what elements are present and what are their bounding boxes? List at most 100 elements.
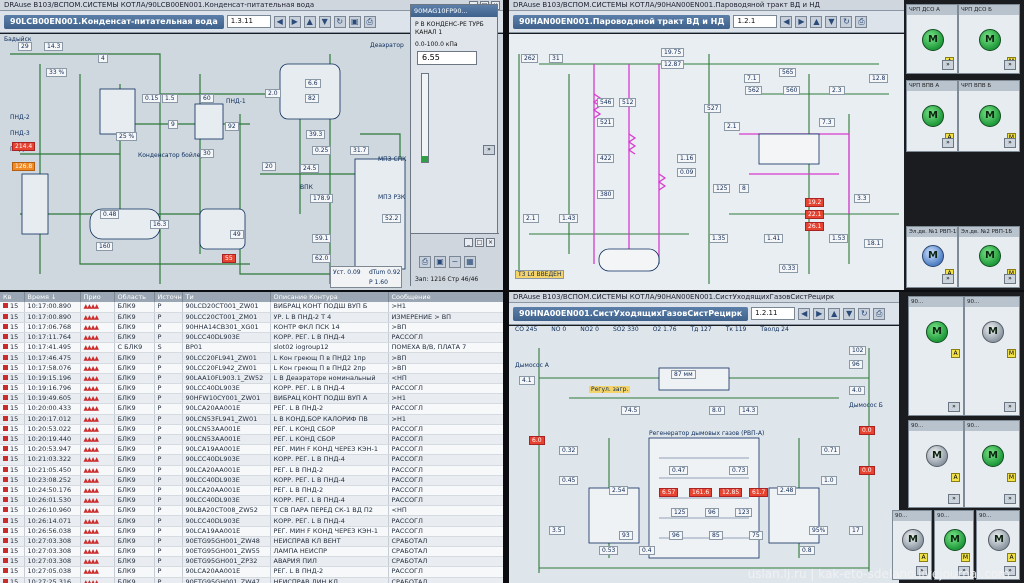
table-icon[interactable]: ▦ <box>464 256 476 268</box>
table-row[interactable]: 15 10:24:50.176 ▲▲▲▲ БЛК9 P 90LCA20AA001E РЕГ.… <box>0 485 503 497</box>
table-row[interactable]: 15 10:26:10.960 ▲▲▲▲ БЛК9 P 90LBA20CT008_ZW52… <box>0 505 503 517</box>
minimize-button[interactable]: _ <box>464 238 473 247</box>
table-row[interactable]: 15 10:17:58.076 ▲▲▲▲ БЛК9 P 90LCC20FL942_ZW01… <box>0 363 503 374</box>
table-row[interactable]: 15 10:21:05.450 ▲▲▲▲ БЛК9 P 90LCA20AA001E РЕГ.… <box>0 465 503 476</box>
table-row[interactable]: 15 10:27:03.308 ▲▲▲▲ БЛК9 P 90ETG95GH001_ZW48… <box>0 536 503 548</box>
table-row[interactable]: 15 10:21:03.322 ▲▲▲▲ БЛК9 P 90LCC40DL903E КОРР… <box>0 454 503 466</box>
table-row[interactable]: 15 10:19:16.796 ▲▲▲▲ БЛК9 P 90LCC40DL903E КОРР… <box>0 383 503 395</box>
motor-faceplate[interactable]: 90... M A » <box>908 296 964 416</box>
zoom-field[interactable]: 1.2.1 <box>733 15 778 28</box>
motor-faceplate[interactable]: 90... M M » <box>964 296 1020 416</box>
down-arrow-icon[interactable]: ▼ <box>318 15 331 28</box>
forward-arrow-icon[interactable]: ▶ <box>288 15 301 28</box>
motor-faceplate[interactable]: ЧРП ДСО БMM» <box>958 4 1020 74</box>
back-arrow-icon[interactable]: ◀ <box>798 307 811 320</box>
motor-status-icon[interactable]: M <box>926 445 948 467</box>
column-header[interactable]: Прио <box>80 292 115 302</box>
forward-arrow-icon[interactable]: ▶ <box>795 15 808 28</box>
motor-status-icon[interactable]: M <box>922 29 944 51</box>
motor-faceplate[interactable]: ЧРП ВПВ АMA» <box>906 80 958 152</box>
table-row[interactable]: 15 10:17:00.890 ▲▲▲▲ БЛК9 P 90LCD20CT001_ZW01… <box>0 302 503 313</box>
column-header[interactable]: Ти <box>182 292 271 302</box>
refresh-icon[interactable]: ↻ <box>858 307 871 320</box>
print-icon[interactable]: ⎙ <box>419 256 431 268</box>
zoom-field[interactable]: 1.3.11 <box>226 15 271 28</box>
motor-status-icon[interactable]: M <box>902 529 924 551</box>
up-arrow-icon[interactable]: ▲ <box>303 15 316 28</box>
table-row[interactable]: 15 10:27:25.316 ▲▲▲▲ БЛК9 P 90ETG95GH001_ZW47… <box>0 577 503 583</box>
motor-status-icon[interactable]: M <box>982 321 1004 343</box>
motor-faceplate[interactable]: 90... M M » <box>964 420 1020 508</box>
motor-status-icon[interactable]: M <box>926 321 948 343</box>
table-row[interactable]: 15 10:26:14.071 ▲▲▲▲ БЛК9 P 90LCC40DL903E КОРР… <box>0 515 503 527</box>
table-row[interactable]: 15 10:27:03.308 ▲▲▲▲ БЛК9 P 90ETG95GH001_ZP32… <box>0 556 503 568</box>
table-row[interactable]: 15 10:19:49.605 ▲▲▲▲ БЛК9 P 90HFW10CY001_ZW01… <box>0 393 503 405</box>
close-button[interactable]: × <box>486 238 495 247</box>
table-row[interactable]: 15 10:17:46.475 ▲▲▲▲ БЛК9 P 90LCC20FL941_ZW01… <box>0 352 503 364</box>
up-arrow-icon[interactable]: ▲ <box>828 307 841 320</box>
table-row[interactable]: 15 10:17:06.768 ▲▲▲▲ БЛК9 P 90HHA14CB301_XG01… <box>0 322 503 334</box>
table-row[interactable]: 15 10:23:08.252 ▲▲▲▲ БЛК9 P 90LCC40DL903E КОРР… <box>0 475 503 486</box>
motor-faceplate[interactable]: 90... M A » <box>908 420 964 508</box>
expand-button[interactable]: » <box>1004 138 1016 148</box>
expand-button[interactable]: » <box>942 138 954 148</box>
column-header[interactable]: Время ↓ <box>24 292 81 302</box>
expand-button[interactable]: » <box>1004 494 1016 504</box>
motor-faceplate[interactable]: Эл.дв. №2 РВП-1БMM» <box>958 226 1020 288</box>
table-cell: P <box>154 454 183 466</box>
motor-status-icon[interactable]: M <box>982 445 1004 467</box>
table-row[interactable]: 15 10:20:00.433 ▲▲▲▲ БЛК9 P 90LCA20AA001E РЕГ.… <box>0 403 503 415</box>
table-row[interactable]: 15 10:17:11.764 ▲▲▲▲ БЛК9 P 90LCC40DL903E КОРР… <box>0 332 503 344</box>
expand-button[interactable]: » <box>1004 274 1016 284</box>
refresh-icon[interactable]: ↻ <box>840 15 853 28</box>
expand-button[interactable]: » <box>948 402 960 412</box>
motor-status-icon[interactable]: M <box>979 245 1001 267</box>
motor-status-icon[interactable]: M <box>988 529 1010 551</box>
table-row[interactable]: 15 10:20:53.022 ▲▲▲▲ БЛК9 P 90LCN53AA001E РЕГ.… <box>0 424 503 435</box>
back-arrow-icon[interactable]: ◀ <box>273 15 286 28</box>
motor-faceplate[interactable]: ЧРП ВПВ БMM» <box>958 80 1020 152</box>
motor-faceplate[interactable]: Эл.дв. №1 РВП-1БMA» <box>906 226 958 288</box>
print-icon[interactable]: ⎙ <box>363 15 376 28</box>
expand-button[interactable]: » <box>1004 60 1016 70</box>
refresh-icon[interactable]: ↻ <box>333 15 346 28</box>
column-header[interactable]: Источн <box>154 292 183 302</box>
expand-button[interactable]: » <box>942 60 954 70</box>
table-row[interactable]: 15 10:17:00.890 ▲▲▲▲ БЛК9 P 90LCC20CT001_ZM01… <box>0 312 503 323</box>
table-row[interactable]: 15 10:17:41.495 ▲▲▲▲ С БЛК9 S BP01 slot02 iogr… <box>0 342 503 354</box>
expand-button[interactable]: » <box>1004 402 1016 412</box>
column-header[interactable]: Кв <box>0 292 25 302</box>
down-arrow-icon[interactable]: ▼ <box>825 15 838 28</box>
print-icon[interactable]: ⎙ <box>855 15 868 28</box>
column-header[interactable]: Сообщение <box>388 292 503 302</box>
print-icon[interactable]: ⎙ <box>873 307 886 320</box>
lock-icon[interactable]: ▣ <box>348 15 361 28</box>
expand-button[interactable]: » <box>948 494 960 504</box>
zoom-field[interactable]: 1.2.11 <box>751 307 796 320</box>
motor-status-icon[interactable]: M <box>979 105 1001 127</box>
table-row[interactable]: 15 10:20:17.012 ▲▲▲▲ БЛК9 P 90LCN53FL941_ZW01… <box>0 414 503 425</box>
expand-button[interactable]: » <box>483 145 495 155</box>
table-row[interactable]: 15 10:19:15.196 ▲▲▲▲ БЛК9 P 90LAA10FL903.1_ZW… <box>0 373 503 385</box>
motor-faceplate[interactable]: ЧРП ДСО АMA» <box>906 4 958 74</box>
table-row[interactable]: 15 10:20:53.947 ▲▲▲▲ БЛК9 P 90LCA19AA001E РЕГ.… <box>0 444 503 456</box>
motor-status-icon[interactable]: M <box>979 29 1001 51</box>
table-row[interactable]: 15 10:20:19.440 ▲▲▲▲ БЛК9 P 90LCN53AA001E РЕГ.… <box>0 434 503 446</box>
column-header[interactable]: Описание Контура <box>270 292 389 302</box>
table-row[interactable]: 15 10:27:03.308 ▲▲▲▲ БЛК9 P 90ETG95GH001_ZW55… <box>0 546 503 558</box>
motor-status-icon[interactable]: M <box>922 105 944 127</box>
lock-icon[interactable]: ▣ <box>434 256 446 268</box>
down-arrow-icon[interactable]: ▼ <box>843 307 856 320</box>
back-arrow-icon[interactable]: ◀ <box>780 15 793 28</box>
forward-arrow-icon[interactable]: ▶ <box>813 307 826 320</box>
table-row[interactable]: 15 10:26:56.038 ▲▲▲▲ БЛК9 P 90LCA19AA001E РЕГ.… <box>0 526 503 537</box>
up-arrow-icon[interactable]: ▲ <box>810 15 823 28</box>
expand-button[interactable]: » <box>942 274 954 284</box>
motor-status-icon[interactable]: M <box>922 245 944 267</box>
maximize-button[interactable]: □ <box>475 238 484 247</box>
table-row[interactable]: 15 10:26:01.530 ▲▲▲▲ БЛК9 P 90LCC40DL903E КОРР… <box>0 495 503 507</box>
trend-icon[interactable]: ~ <box>449 256 461 268</box>
table-row[interactable]: 15 10:27:05.038 ▲▲▲▲ БЛК9 P 90LCA20AA001E РЕГ.… <box>0 566 503 578</box>
column-header[interactable]: Область <box>114 292 155 302</box>
motor-status-icon[interactable]: M <box>944 529 966 551</box>
